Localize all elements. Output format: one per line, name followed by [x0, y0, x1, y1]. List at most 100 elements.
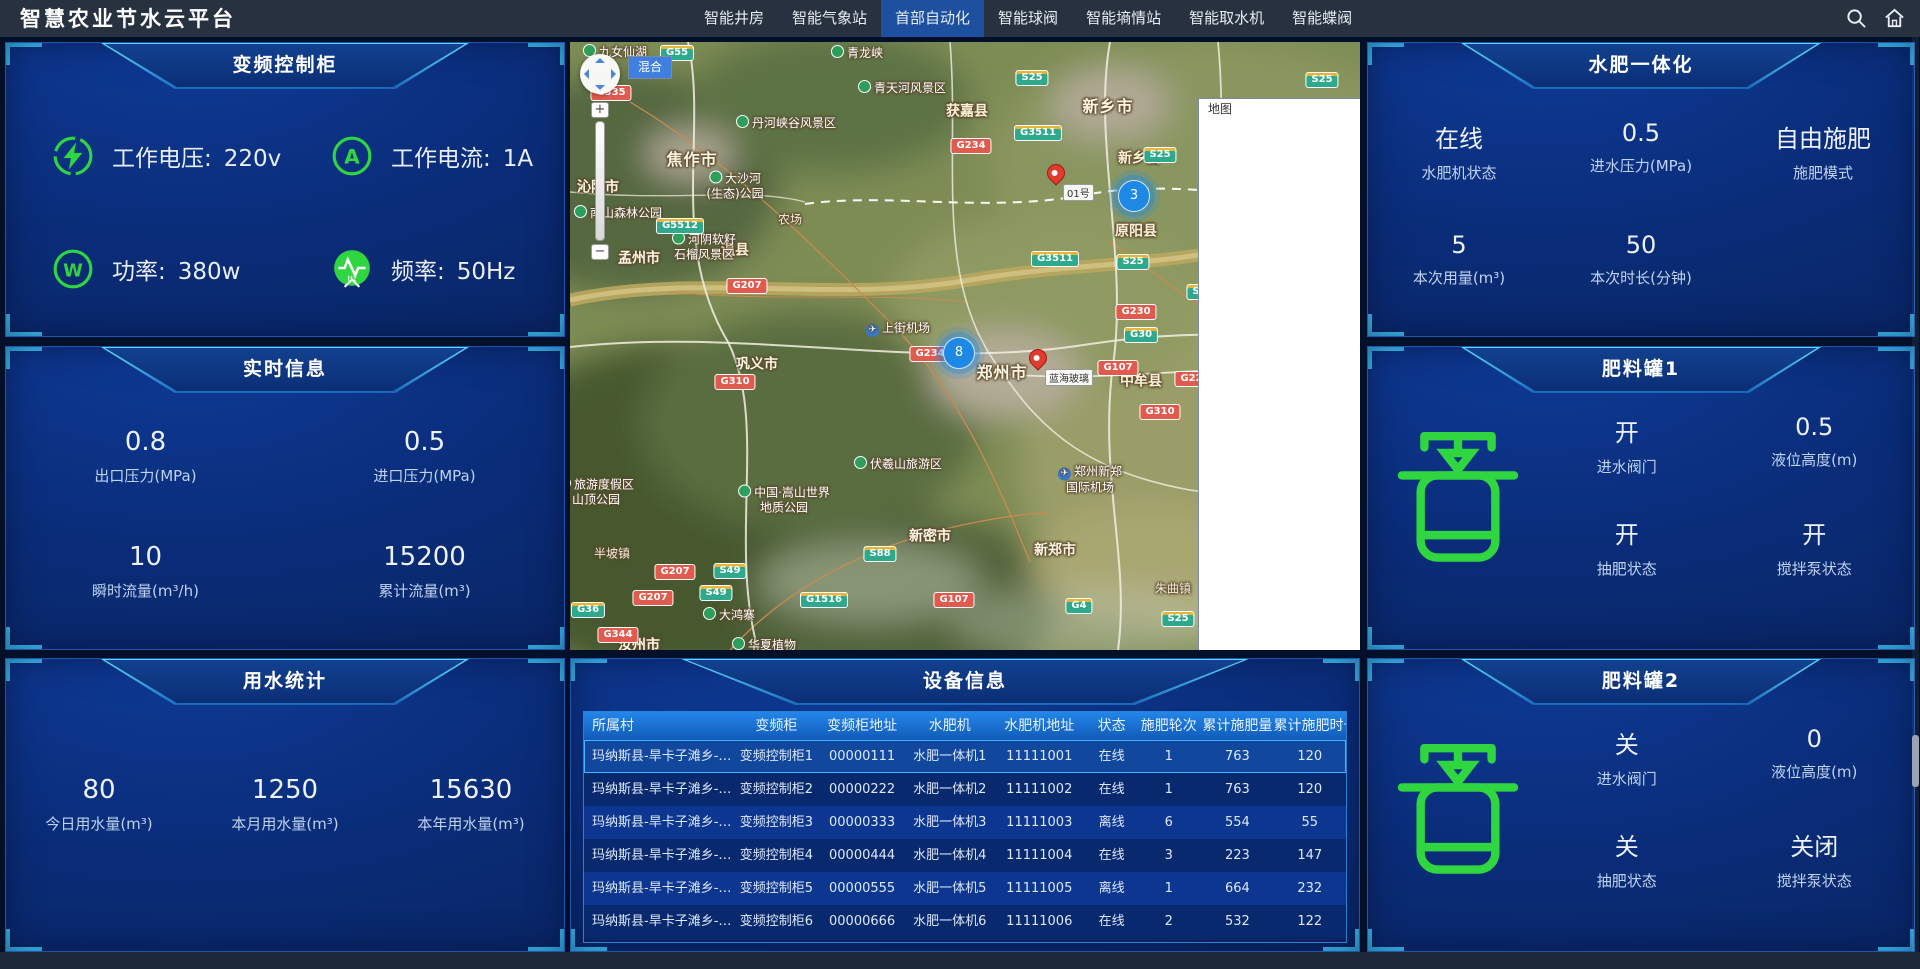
panel-header: 变频控制柜	[101, 43, 469, 89]
road-badge: G107	[1097, 360, 1138, 376]
svg-text:A: A	[344, 144, 360, 168]
road-badge: G310	[1139, 404, 1180, 420]
stat-liquid-level: 0.5液位高度(m)	[1721, 399, 1909, 501]
stat-power: W 功率:380w	[6, 213, 285, 327]
pan-right-icon[interactable]	[611, 69, 616, 79]
stat-fertilize-mode: 自由施肥施肥模式	[1732, 103, 1914, 215]
stat-pump-status: 关抽肥状态	[1533, 813, 1721, 915]
stat-stirrer-status: 开搅拌泵状态	[1721, 501, 1909, 603]
road-badge: S25	[1143, 147, 1176, 163]
map-label: 大沙河 (生态)公园	[706, 171, 763, 202]
road-badge: S49	[713, 563, 746, 579]
device-cluster-marker[interactable]: 3	[1118, 180, 1150, 212]
power-icon: W	[52, 248, 94, 290]
nav-item-1[interactable]: 智能气象站	[778, 0, 881, 37]
nav-item-5[interactable]: 智能取水机	[1175, 0, 1278, 37]
nav-item-3[interactable]: 智能球阀	[984, 0, 1072, 37]
map-label: 旅游度假区 山顶公园	[570, 477, 634, 508]
device-table-row[interactable]: 玛纳斯县-旱卡子滩乡-东岸...变频控制柜600000666水肥一体机61111…	[584, 905, 1346, 938]
road-badge: G1516	[800, 592, 848, 608]
map-label: 中国·嵩山世界 地质公园	[738, 485, 830, 516]
map[interactable]: 九女仙湖青龙峡青天河风景区丹河峡谷风景区焦作市新乡市获嘉县新乡县胙城乡牛屯镇延津…	[570, 42, 1360, 650]
road-badge: G207	[726, 278, 767, 294]
svg-text:W: W	[63, 261, 83, 282]
stat-outlet-pressure: 0.8出口压力(MPa)	[6, 411, 285, 526]
scenic-spot-icon	[709, 171, 722, 184]
panel-title: 设备信息	[681, 659, 1248, 703]
pan-up-icon[interactable]	[595, 58, 605, 63]
stat-current-amount: 5本次用量(m³)	[1368, 215, 1550, 327]
page-scrollbar[interactable]	[1912, 37, 1919, 952]
column-header: 水肥机地址	[992, 712, 1087, 740]
map-type-hybrid-button[interactable]: 混合	[628, 56, 672, 79]
road-badge: G207	[654, 564, 695, 580]
road-badge: S25	[1015, 70, 1048, 86]
panel-title: 水肥一体化	[1461, 43, 1821, 87]
stat-inlet-valve: 开进水阀门	[1533, 399, 1721, 501]
panel-title: 用水统计	[101, 659, 469, 703]
device-table-row[interactable]: 玛纳斯县-旱卡子滩乡-东岸...变频控制柜300000333水肥一体机31111…	[584, 806, 1346, 839]
road-badge: G107	[933, 592, 974, 608]
home-icon[interactable]	[1883, 7, 1906, 30]
search-icon[interactable]	[1845, 7, 1868, 30]
map-label: 原阳县	[1115, 223, 1157, 241]
pin-label: 01号	[1063, 184, 1094, 201]
fertilizer-tank-icon	[1392, 737, 1524, 877]
road-badge: G4	[1065, 598, 1092, 614]
stat-inlet-pressure: 0.5进口压力(MPa)	[285, 411, 564, 526]
road-badge: G3511	[1031, 251, 1079, 267]
app-title: 智慧农业节水云平台	[20, 0, 236, 37]
voltage-icon	[52, 135, 94, 177]
map-type-map-button[interactable]: 地图	[1198, 98, 1360, 650]
map-pan-control[interactable]	[580, 54, 620, 94]
device-table-row[interactable]: 玛纳斯县-旱卡子滩乡-东岸...变频控制柜100000111水肥一体机11111…	[584, 740, 1346, 773]
scenic-spot-icon	[732, 637, 745, 650]
scrollbar-thumb[interactable]	[1912, 735, 1919, 787]
nav-item-2[interactable]: 首部自动化	[881, 0, 984, 37]
nav-item-4[interactable]: 智能墒情站	[1072, 0, 1175, 37]
panel-header: 实时信息	[101, 347, 469, 393]
zoom-in-button[interactable]: +	[591, 102, 609, 118]
panel-fertigation: 水肥一体化 在线水肥机状态 0.5进水压力(MPa) 自由施肥施肥模式 5本次用…	[1367, 42, 1915, 337]
column-header: 所属村	[584, 712, 736, 740]
stat-today-usage: 80今日用水量(m³)	[6, 723, 192, 834]
map-label: 华夏植物	[732, 637, 796, 650]
nav-item-6[interactable]: 智能蝶阀	[1278, 0, 1366, 37]
stat-total-flow: 15200累计流量(m³)	[285, 526, 564, 641]
stat-liquid-level: 0液位高度(m)	[1721, 711, 1909, 813]
map-label: 孟州市	[618, 250, 660, 268]
panel-title: 实时信息	[101, 347, 469, 391]
zoom-out-button[interactable]: −	[591, 244, 609, 260]
scenic-spot-icon	[854, 456, 867, 469]
map-label: ✈郑州新郑 国际机场	[1058, 465, 1122, 496]
nav-item-0[interactable]: 智能井房	[690, 0, 778, 37]
column-header: 施肥轮次	[1136, 712, 1201, 740]
road-badge: G344	[597, 627, 638, 643]
panel-title: 变频控制柜	[101, 43, 469, 87]
panel-title: 肥料罐1	[1461, 347, 1821, 391]
map-label: 新郑市	[1034, 542, 1076, 560]
map-label: 青龙峡	[831, 45, 883, 61]
road-badge: G310	[714, 374, 755, 390]
device-table-row[interactable]: 玛纳斯县-旱卡子滩乡-东岸...变频控制柜500000555水肥一体机51111…	[584, 872, 1346, 905]
column-header: 变频柜	[736, 712, 816, 740]
panel-header: 用水统计	[101, 659, 469, 705]
pan-down-icon[interactable]	[595, 85, 605, 90]
scenic-spot-icon	[574, 205, 587, 218]
device-table-row[interactable]: 玛纳斯县-旱卡子滩乡-东岸...变频控制柜400000444水肥一体机41111…	[584, 839, 1346, 872]
device-table-row[interactable]: 玛纳斯县-旱卡子滩乡-东岸...变频控制柜200000222水肥一体机21111…	[584, 773, 1346, 806]
zoom-slider[interactable]	[595, 121, 605, 241]
device-cluster-marker[interactable]: 8	[943, 337, 975, 369]
road-badge: G234	[950, 138, 991, 154]
stat-machine-status: 在线水肥机状态	[1368, 103, 1550, 215]
column-header: 累计施肥时长	[1274, 712, 1346, 740]
road-badge: S25	[1305, 72, 1338, 88]
map-label: 获嘉县	[946, 103, 988, 121]
road-badge: G30	[1124, 327, 1158, 343]
map-label: 郑州市	[976, 363, 1027, 383]
road-badge: G207	[632, 590, 673, 606]
pan-left-icon[interactable]	[584, 69, 589, 79]
stat-year-usage: 15630本年用水量(m³)	[378, 723, 564, 834]
map-label: 青天河风景区	[858, 80, 946, 96]
panel-header: 肥料罐2	[1461, 659, 1821, 705]
